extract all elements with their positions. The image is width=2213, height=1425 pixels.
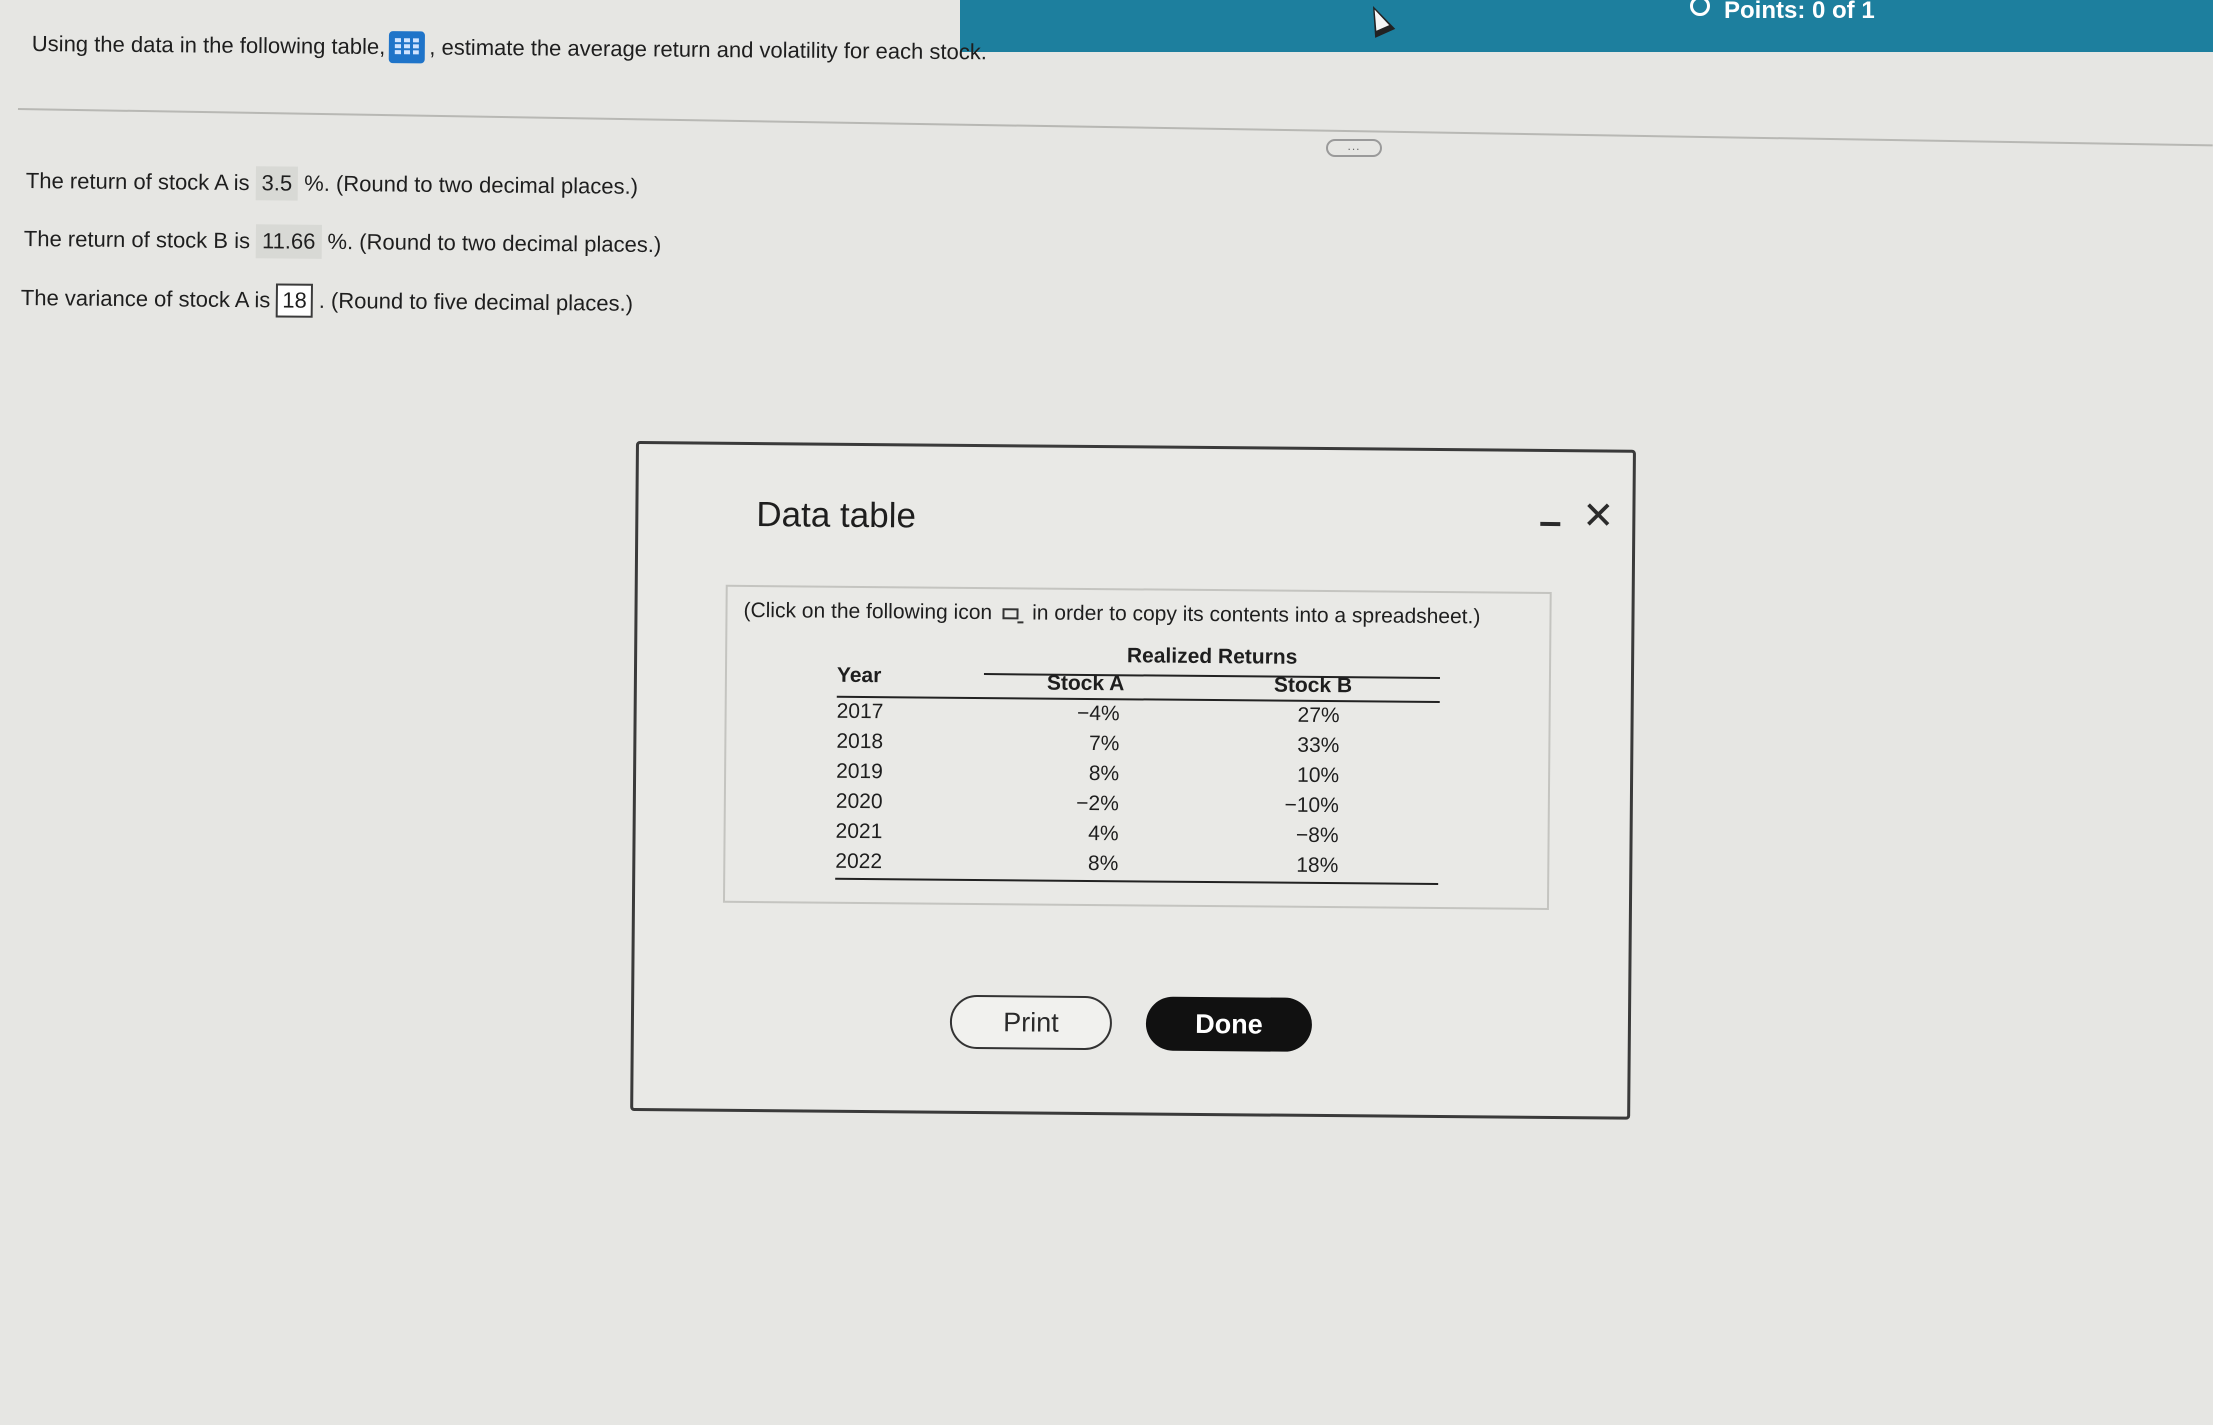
answer-input-variance-a[interactable]: 18 [276, 283, 313, 318]
points-label: Points: 0 of 1 [1724, 0, 1875, 24]
cell-stock-b: 10% [1296, 763, 1340, 788]
cell-year: 2022 [835, 849, 883, 874]
realized-returns-table: Realized Returns Year Stock A Stock B 20… [835, 642, 1441, 886]
answer-label: The variance of stock A is [20, 284, 271, 313]
top-banner [960, 0, 2213, 52]
table-grid-icon[interactable] [389, 31, 426, 64]
answer-return-a: The return of stock A is 3.5 %. (Round t… [26, 164, 639, 204]
cell-stock-b: 18% [1296, 853, 1339, 878]
copy-to-spreadsheet-icon[interactable] [1002, 607, 1019, 619]
cell-stock-a: −2% [1076, 791, 1119, 816]
question-text: Using the data in the following table, ,… [32, 28, 987, 68]
copy-note-before: (Click on the following icon [743, 598, 993, 625]
cell-stock-b: −10% [1284, 793, 1339, 818]
copy-note-after: in order to copy its contents into a spr… [1032, 601, 1481, 629]
answer-field-return-a[interactable]: 3.5 [255, 166, 299, 201]
answer-hint: %. (Round to two decimal places.) [304, 170, 639, 199]
question-prefix: Using the data in the following table, [31, 30, 386, 60]
cell-stock-b: −8% [1295, 823, 1339, 848]
cell-year: 2018 [836, 729, 884, 754]
answer-hint: %. (Round to two decimal places.) [327, 228, 662, 258]
minimize-icon[interactable] [1538, 510, 1562, 534]
answer-return-b: The return of stock B is 11.66 %. (Round… [24, 222, 662, 262]
cell-stock-b: 27% [1297, 703, 1340, 728]
done-button[interactable]: Done [1145, 996, 1313, 1052]
print-button[interactable]: Print [949, 994, 1113, 1051]
column-header-year: Year [836, 663, 882, 688]
section-divider [17, 108, 2213, 147]
cell-year: 2021 [835, 819, 883, 844]
answer-label: The return of stock A is [25, 167, 250, 196]
cell-stock-b: 33% [1297, 733, 1340, 758]
points-circle-icon [1690, 0, 1710, 16]
answer-hint: . (Round to five decimal places.) [318, 287, 634, 316]
column-header-stock-a: Stock A [1046, 671, 1125, 696]
cell-year: 2020 [835, 789, 883, 814]
answer-label: The return of stock B is [23, 225, 251, 254]
expand-more-button[interactable]: ... [1326, 139, 1382, 157]
points-indicator: Points: 0 of 1 [1690, 0, 1875, 24]
data-table-panel: (Click on the following icon in order to… [722, 584, 1552, 910]
cell-year: 2017 [836, 699, 884, 724]
cell-stock-a: 8% [1087, 851, 1119, 876]
cell-stock-a: 7% [1088, 731, 1120, 756]
close-icon[interactable]: ✕ [1582, 495, 1614, 537]
dialog-title: Data table [756, 495, 917, 536]
cell-stock-a: 4% [1088, 821, 1119, 846]
column-header-stock-b: Stock B [1273, 673, 1353, 698]
answer-variance-a: The variance of stock A is 18 . (Round t… [21, 281, 634, 321]
copy-instructions: (Click on the following icon in order to… [743, 599, 1480, 629]
cell-stock-a: −4% [1076, 701, 1120, 726]
cell-year: 2019 [836, 759, 883, 784]
data-table-dialog: Data table ✕ (Click on the following ico… [630, 441, 1636, 1120]
cell-stock-a: 8% [1088, 761, 1120, 786]
question-suffix: , estimate the average return and volati… [429, 34, 988, 65]
answer-field-return-b[interactable]: 11.66 [255, 224, 322, 259]
